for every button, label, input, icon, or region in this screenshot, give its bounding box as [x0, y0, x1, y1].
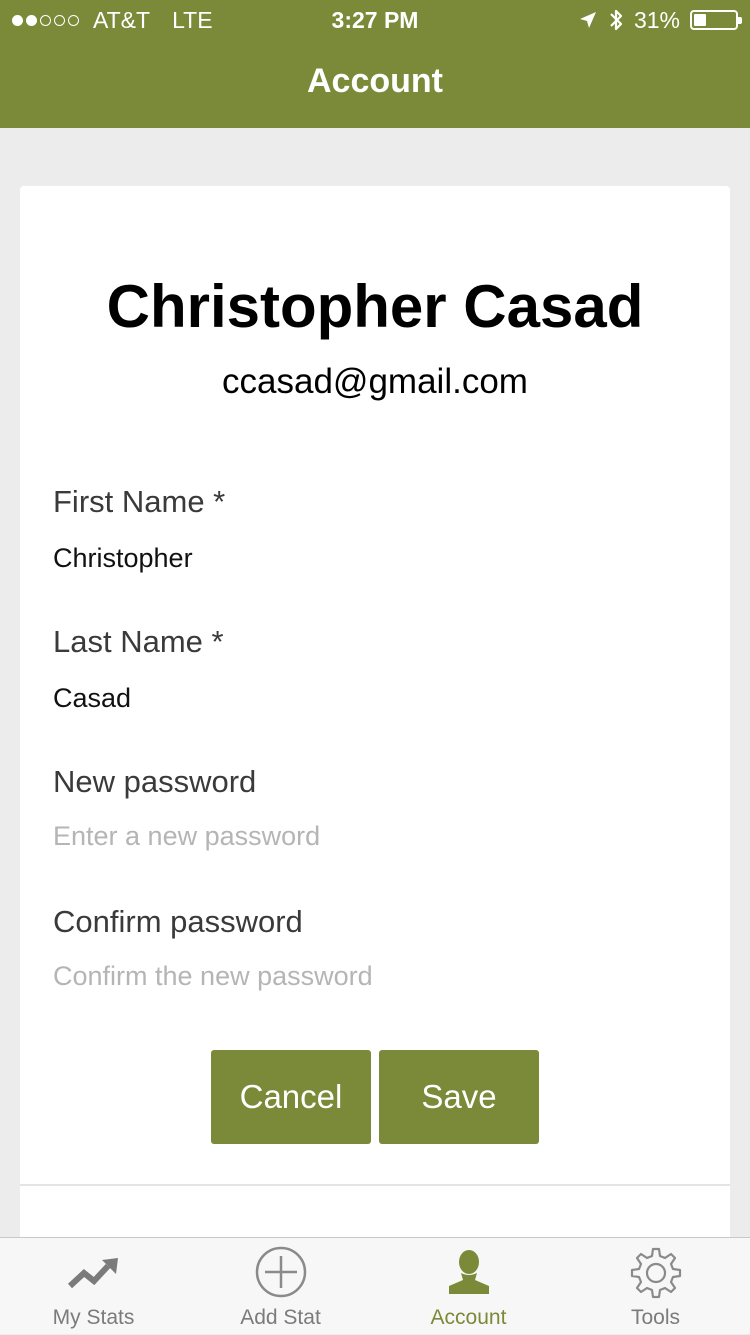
new-password-field[interactable]: Enter a new password	[53, 821, 320, 852]
status-right: 31%	[578, 0, 742, 40]
tab-account[interactable]: Account	[375, 1238, 562, 1335]
person-icon	[448, 1250, 489, 1294]
tab-bar: My Stats Add Stat Account Tools	[0, 1237, 750, 1334]
profile-email: ccasad@gmail.com	[222, 362, 528, 401]
status-bar: AT&T LTE 3:27 PM 31%	[0, 0, 750, 40]
top-bar: AT&T LTE 3:27 PM 31% Account	[0, 0, 750, 128]
confirm-password-field[interactable]: Confirm the new password	[53, 961, 373, 992]
last-name-label: Last Name *	[53, 624, 224, 659]
confirm-password-label: Confirm password	[53, 904, 303, 939]
cancel-button[interactable]: Cancel	[211, 1050, 371, 1144]
battery-percent: 31%	[633, 7, 680, 33]
tab-add-stat[interactable]: Add Stat	[187, 1238, 374, 1335]
card-divider	[20, 1184, 730, 1186]
new-password-label: New password	[53, 764, 257, 799]
tab-label: Account	[430, 1306, 507, 1329]
tab-tools[interactable]: Tools	[562, 1238, 749, 1335]
gear-icon	[630, 1247, 681, 1299]
trending-up-icon	[67, 1258, 118, 1289]
location-arrow-icon	[579, 12, 596, 28]
page-title: Account	[307, 62, 443, 100]
tab-label: Tools	[630, 1306, 681, 1329]
first-name-label: First Name *	[53, 484, 226, 519]
battery-icon	[690, 10, 742, 30]
profile-name: Christopher Casad	[106, 273, 644, 340]
tab-my-stats[interactable]: My Stats	[0, 1238, 187, 1335]
first-name-field[interactable]: Christopher	[53, 543, 193, 574]
tab-label: Add Stat	[240, 1306, 321, 1329]
add-circle-icon	[255, 1246, 306, 1298]
bluetooth-icon	[610, 9, 623, 31]
tab-label: My Stats	[52, 1306, 135, 1329]
account-card: Christopher Casad ccasad@gmail.com First…	[20, 186, 730, 1246]
last-name-field[interactable]: Casad	[53, 683, 131, 714]
save-button[interactable]: Save	[379, 1050, 539, 1144]
